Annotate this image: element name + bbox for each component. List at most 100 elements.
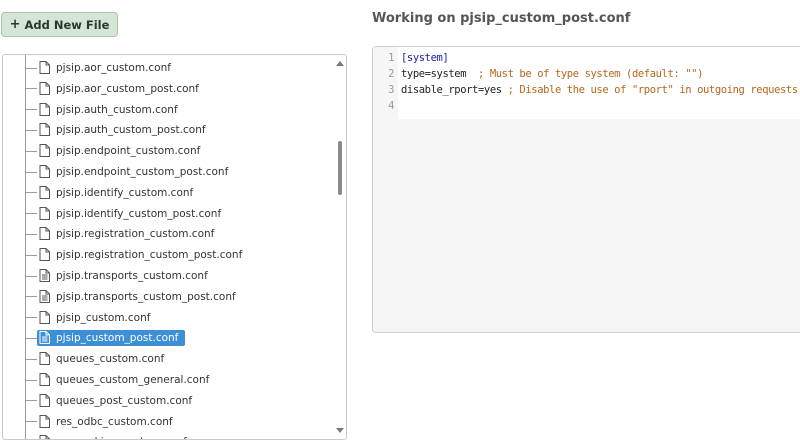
tree-item[interactable]: pjsip.identify_custom.conf	[25, 184, 196, 202]
tree-item[interactable]: pjsip_custom_post.conf	[25, 329, 186, 347]
file-icon	[39, 352, 51, 366]
tree-item-content[interactable]: pjsip.identify_custom.conf	[39, 185, 196, 200]
tree-item-label: pjsip.endpoint_custom.conf	[56, 145, 201, 158]
file-text-icon	[39, 289, 51, 304]
tree-item-label: res_odbc_custom.conf	[56, 415, 173, 428]
tree-item-label: queues_post_custom.conf	[56, 394, 193, 407]
file-icon	[39, 123, 51, 137]
tree-branch-line	[25, 400, 37, 402]
tree-item[interactable]: pjsip.identify_custom_post.conf	[25, 205, 224, 223]
code-line[interactable]: 2 type=system ; Must be of type system (d…	[373, 66, 703, 82]
tree-branch-line	[25, 213, 37, 215]
tree-branch-line	[25, 171, 37, 173]
tree-item-content[interactable]: queues_post_custom.conf	[39, 393, 195, 408]
code-line[interactable]: 3 disable_rport=yes ; Disable the use of …	[373, 82, 800, 98]
tree-item[interactable]: queues_post_custom.conf	[25, 392, 195, 410]
file-icon	[39, 393, 51, 408]
tree-item-content[interactable]: res_odbc_custom.conf	[39, 414, 176, 429]
file-icon	[39, 81, 51, 96]
tree-branch-line	[25, 67, 37, 69]
tree-branch-line	[25, 275, 37, 277]
line-number: 2	[388, 68, 394, 80]
tree-item-label: pjsip.transports_custom.conf	[56, 270, 208, 282]
tree-item-label: pjsip_custom_post.conf	[56, 332, 179, 345]
code-token-section: [system]	[401, 52, 449, 64]
file-tree-panel[interactable]: pjsip.aor_custom.conf pjsip.aor_custom_po…	[2, 54, 347, 440]
tree-item-label: pjsip.aor_custom.conf	[56, 62, 171, 74]
code-line[interactable]: 1 [system]	[373, 50, 449, 66]
tree-item[interactable]: pjsip_custom.conf	[25, 309, 153, 327]
code-token-key: type=system	[401, 68, 478, 80]
scroll-thumb[interactable]	[338, 141, 342, 195]
tree-item-content[interactable]: pjsip.aor_custom.conf	[39, 61, 174, 75]
tree-item-label: pjsip.auth_custom.conf	[56, 103, 178, 116]
file-icon	[39, 144, 51, 158]
line-number: 1	[388, 52, 394, 64]
tree-item[interactable]: pjsip.registration_custom_post.conf	[25, 246, 245, 264]
tree-item-content[interactable]: pjsip.transports_custom.conf	[39, 269, 211, 283]
tree-item-content[interactable]: pjsip_custom.conf	[39, 310, 153, 325]
tree-item[interactable]: res_parking_custom.conf	[25, 433, 190, 439]
tree-item[interactable]: pjsip.transports_custom_post.conf	[25, 288, 239, 306]
editor-title: Working on pjsip_custom_post.conf	[372, 11, 631, 26]
tree-item[interactable]: pjsip.endpoint_custom.conf	[25, 142, 203, 160]
tree-item[interactable]: pjsip.transports_custom.conf	[25, 267, 211, 285]
tree-branch-line	[25, 192, 37, 194]
tree-item-content[interactable]: pjsip.registration_custom.conf	[39, 227, 217, 241]
tree-scrollbar[interactable]	[334, 55, 346, 439]
tree-item-content[interactable]: queues_custom_general.conf	[39, 373, 212, 387]
file-tree-list: pjsip.aor_custom.conf pjsip.aor_custom_po…	[3, 55, 334, 439]
tree-branch-line	[25, 296, 37, 298]
tree-item[interactable]: pjsip.auth_custom_post.conf	[25, 121, 209, 139]
tree-item-label: pjsip.registration_custom.conf	[56, 228, 215, 241]
code-token-comment: ; Must be of type system (default: "")	[477, 68, 704, 80]
tree-item-label: pjsip_custom.conf	[56, 311, 151, 324]
tree-branch-line	[25, 233, 37, 235]
tree-item-content[interactable]: pjsip.aor_custom_post.conf	[39, 81, 202, 96]
tree-item-label: queues_custom.conf	[56, 353, 165, 366]
tree-item-label: pjsip.registration_custom_post.conf	[56, 249, 243, 262]
scroll-up-arrow-icon[interactable]	[336, 61, 344, 66]
tree-branch-line	[25, 129, 37, 131]
tree-item-label: pjsip.transports_custom_post.conf	[56, 290, 236, 303]
selected-highlight[interactable]: pjsip_custom_post.conf	[37, 330, 186, 347]
tree-item-content[interactable]: pjsip.transports_custom_post.conf	[39, 289, 239, 304]
tree-item[interactable]: pjsip.endpoint_custom_post.conf	[25, 163, 231, 181]
code-editor[interactable]: 1 [system] 2 type=system ; Must be of type …	[372, 46, 800, 333]
file-icon	[39, 310, 51, 325]
tree-branch-line	[25, 337, 37, 339]
tree-item-content[interactable]: res_parking_custom.conf	[39, 435, 190, 439]
tree-item[interactable]: queues_custom_general.conf	[25, 371, 212, 389]
file-icon	[39, 435, 51, 439]
tree-item-content[interactable]: pjsip.endpoint_custom.conf	[39, 144, 203, 158]
tree-item-content[interactable]: queues_custom.conf	[39, 352, 167, 366]
tree-item[interactable]: pjsip.auth_custom.conf	[25, 101, 181, 119]
tree-item-label: pjsip.auth_custom_post.conf	[56, 124, 206, 137]
line-number: 3	[388, 84, 394, 96]
tree-branch-line	[25, 379, 37, 381]
code-area[interactable]: 1 [system] 2 type=system ; Must be of type …	[373, 47, 800, 119]
file-icon	[39, 414, 51, 429]
add-new-file-button[interactable]: + Add New File	[1, 12, 118, 37]
tree-item-content[interactable]: pjsip.identify_custom_post.conf	[39, 206, 224, 221]
plus-icon: +	[9, 17, 21, 32]
tree-branch-line	[25, 254, 37, 256]
tree-item-content[interactable]: pjsip.auth_custom_post.conf	[39, 123, 209, 137]
file-icon	[39, 61, 51, 75]
code-line[interactable]: 4	[373, 98, 401, 114]
tree-item[interactable]: pjsip.registration_custom.conf	[25, 225, 217, 243]
tree-item[interactable]: res_odbc_custom.conf	[25, 413, 176, 431]
tree-item-label: res_parking_custom.conf	[56, 435, 190, 439]
tree-item-content[interactable]: pjsip.auth_custom.conf	[39, 102, 181, 117]
tree-branch-line	[25, 358, 37, 360]
tree-item-label: pjsip.identify_custom_post.conf	[56, 207, 222, 220]
tree-item-content[interactable]: pjsip.endpoint_custom_post.conf	[39, 165, 231, 179]
scroll-down-arrow-icon[interactable]	[336, 428, 344, 433]
code-token-key: disable_rport=yes	[401, 84, 508, 96]
tree-item[interactable]: queues_custom.conf	[25, 350, 167, 368]
tree-item[interactable]: pjsip.aor_custom_post.conf	[25, 80, 202, 98]
code-token-comment: ; Disable the use of "rport" in outgoing…	[507, 84, 800, 96]
tree-item-content[interactable]: pjsip.registration_custom_post.conf	[39, 248, 245, 262]
tree-item[interactable]: pjsip.aor_custom.conf	[25, 59, 174, 77]
file-icon	[39, 206, 51, 221]
